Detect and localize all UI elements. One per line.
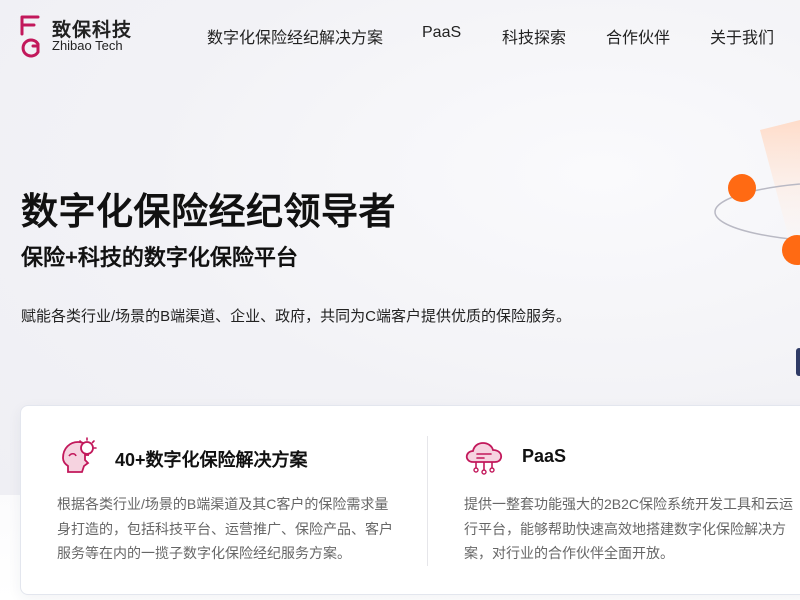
hero-subtitle: 保险+科技的数字化保险平台 — [21, 245, 298, 270]
site-header: 致保科技 Zhibao Tech 数字化保险经纪解决方案 PaaS 科技探索 合… — [0, 0, 800, 70]
orbit-decoration-icon — [714, 120, 800, 376]
solutions-card-body: 根据各类行业/场景的B端渠道及其C客户的保险需求量身打造的，包括科技平台、运营推… — [57, 496, 393, 561]
nav-item-about[interactable]: 关于我们 — [710, 24, 774, 48]
nav-item-paas[interactable]: PaaS — [422, 24, 461, 42]
nav-item-solutions[interactable]: 数字化保险经纪解决方案 — [207, 24, 383, 48]
nav-item-partners[interactable]: 合作伙伴 — [606, 24, 670, 48]
paas-card-body: 提供一整套功能强大的2B2C保险系统开发工具和云运行平台，能够帮助快速高效地搭建… — [464, 496, 794, 561]
hero-description: 赋能各类行业/场景的B端渠道、企业、政府，共同为C端客户提供优质的保险服务。 — [21, 308, 572, 325]
paas-card-title: PaaS — [522, 446, 567, 466]
solutions-card-title: 40+数字化保险解决方案 — [115, 450, 308, 470]
nav-item-tech[interactable]: 科技探索 — [502, 24, 566, 48]
feature-cards: 40+数字化保险解决方案 根据各类行业/场景的B端渠道及其C客户的保险需求量身打… — [20, 405, 800, 595]
hero-title: 数字化保险经纪领导者 — [21, 191, 396, 232]
cloud-circuit-icon — [465, 442, 503, 475]
solutions-card[interactable]: 40+数字化保险解决方案 根据各类行业/场景的B端渠道及其C客户的保险需求量身打… — [21, 406, 427, 594]
main-nav: 数字化保险经纪解决方案 PaaS 科技探索 合作伙伴 关于我们 — [0, 24, 800, 48]
paas-card[interactable]: PaaS 提供一整套功能强大的2B2C保险系统开发工具和云运行平台，能够帮助快速… — [428, 406, 800, 594]
head-lightbulb-icon — [62, 437, 97, 473]
